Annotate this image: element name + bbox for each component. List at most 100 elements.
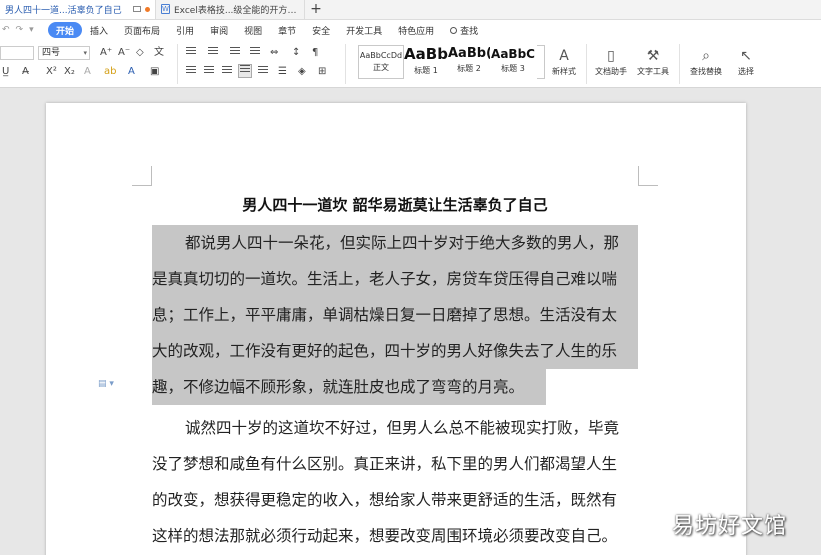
menu-developer[interactable]: 开发工具 <box>338 22 390 38</box>
strikethrough-icon[interactable]: A̶ <box>22 66 29 78</box>
distribute-icon[interactable] <box>258 66 268 78</box>
shading-icon[interactable]: ◈ <box>298 66 306 78</box>
menu-page-layout[interactable]: 页面布局 <box>116 22 168 38</box>
tab-bar: 男人四十一道...活辜负了自己 W Excel表格技...级全能的开方公式 + <box>0 0 821 20</box>
text-assistant-button[interactable]: ▯ 文档助手 <box>593 46 629 77</box>
new-tab-button[interactable]: + <box>307 0 325 19</box>
menu-bar: ↶ ↷ ▾ 开始 插入 页面布局 引用 审阅 视图 章节 安全 开发工具 特色应… <box>0 20 821 40</box>
tab-document-2[interactable]: W Excel表格技...级全能的开方公式 <box>155 0 305 19</box>
new-style-button[interactable]: A 新样式 <box>547 46 581 77</box>
clear-format-icon[interactable]: ◇ <box>136 47 144 59</box>
document-canvas[interactable]: 男人四十一道坎 韶华易逝莫让生活辜负了自己 都说男人四十一朵花，但实际上四十岁对… <box>0 89 821 555</box>
tab-label: Excel表格技...级全能的开方公式 <box>174 5 299 16</box>
style-normal-cell[interactable]: AaBbCcDd 正文 <box>358 45 404 79</box>
wrench-icon: ⚒ <box>646 48 660 64</box>
monitor-icon[interactable] <box>133 6 141 12</box>
chinese-layout-icon[interactable]: ⇔ <box>270 47 278 59</box>
watermark-text: 易坊好文馆 <box>672 514 788 539</box>
decrease-indent-icon[interactable] <box>230 47 240 59</box>
menu-home[interactable]: 开始 <box>48 22 83 38</box>
document-assistant-icon: ▯ <box>607 48 615 64</box>
menu-references[interactable]: 引用 <box>168 22 202 38</box>
style-heading-1[interactable]: AaBb 标题 1 <box>404 45 448 79</box>
dropdown-icon[interactable]: ▾ <box>29 25 34 35</box>
tab-label: 男人四十一道...活辜负了自己 <box>5 5 122 16</box>
text-line-selected[interactable]: 趣，不修边幅不顾形象，就连肚皮也成了弯弯的月亮。 <box>152 369 546 405</box>
tab-document-1[interactable]: 男人四十一道...活辜负了自己 <box>0 0 155 19</box>
show-marks-icon[interactable]: ¶ <box>312 47 318 59</box>
quick-access: ↶ ↷ ▾ <box>0 25 46 35</box>
font-name-select[interactable] <box>0 46 34 60</box>
justify-icon[interactable] <box>238 64 252 78</box>
text-line[interactable]: 这样的想法那就必须行动起来，想要改变周围环境必须要改变自己。 <box>152 518 638 554</box>
style-name: 标题 1 <box>414 66 438 75</box>
menu-insert[interactable]: 插入 <box>82 22 116 38</box>
document-page[interactable]: 男人四十一道坎 韶华易逝莫让生活辜负了自己 都说男人四十一朵花，但实际上四十岁对… <box>46 103 746 555</box>
subscript-icon[interactable]: X₂ <box>64 66 75 78</box>
separator <box>177 44 178 84</box>
menu-search-label: 查找 <box>460 26 479 37</box>
menu-view[interactable]: 视图 <box>236 22 270 38</box>
text-tools-label: 文字工具 <box>637 67 669 76</box>
margin-corner-top-right <box>638 166 658 186</box>
style-gallery-scroll[interactable] <box>537 45 545 79</box>
style-sample: AaBbC <box>491 47 535 61</box>
char-border-icon[interactable]: ▣ <box>150 66 159 78</box>
search-icon <box>450 26 458 34</box>
underline-icon[interactable]: U̲ <box>2 66 9 78</box>
highlight-icon[interactable]: ab <box>104 66 116 78</box>
align-left-icon[interactable] <box>186 66 196 78</box>
font-size-value: 四号 <box>42 48 61 58</box>
shrink-font-icon[interactable]: A⁻ <box>118 47 130 59</box>
text-tools-button[interactable]: ⚒ 文字工具 <box>634 46 672 77</box>
cursor-arrow-icon: ↖ <box>740 48 752 64</box>
text-line[interactable]: 没了梦想和咸鱼有什么区别。真正来讲，私下里的男人们都渴望人生 <box>152 446 638 482</box>
find-replace-button[interactable]: ⌕ 查找替换 <box>687 46 725 77</box>
find-replace-label: 查找替换 <box>690 67 722 76</box>
text-line-selected[interactable]: 是真真切切的一道坎。生活上，老人子女，房贷车贷压得自己难以喘 <box>152 261 638 297</box>
document-title[interactable]: 男人四十一道坎 韶华易逝莫让生活辜负了自己 <box>152 194 638 215</box>
style-name: 正文 <box>373 63 389 72</box>
font-size-select[interactable]: 四号 ▾ <box>38 46 90 60</box>
unsaved-dot-icon <box>145 6 150 12</box>
style-heading-3[interactable]: AaBbC 标题 3 <box>490 45 536 79</box>
menu-sections[interactable]: 章节 <box>270 22 304 38</box>
text-line[interactable]: 的改变，想获得更稳定的收入，想给家人带来更舒适的生活，既然有 <box>152 482 638 518</box>
menu-features[interactable]: 特色应用 <box>390 22 442 38</box>
text-line-selected[interactable]: 大的改观，工作没有更好的起色，四十岁的男人好像失去了人生的乐 <box>152 333 638 369</box>
font-color-icon[interactable]: A <box>128 66 135 78</box>
chevron-down-icon: ▾ <box>83 49 87 57</box>
superscript-icon[interactable]: X² <box>46 66 57 78</box>
bullet-list-icon[interactable] <box>186 47 196 59</box>
style-heading-2[interactable]: AaBb( 标题 2 <box>448 45 490 79</box>
margin-corner-top-left <box>132 166 152 186</box>
align-center-icon[interactable] <box>204 66 214 78</box>
text-assistant-label: 文档助手 <box>595 67 627 76</box>
increase-indent-icon[interactable] <box>250 47 260 59</box>
align-right-icon[interactable] <box>222 66 232 78</box>
text-effect-icon[interactable]: A <box>84 66 91 78</box>
sort-icon[interactable]: ↕ <box>292 47 300 59</box>
numbered-list-icon[interactable] <box>208 47 218 59</box>
text-line[interactable]: 诚然四十岁的这道坎不好过，但男人么总不能被现实打败，毕竟 <box>152 410 638 446</box>
border-icon[interactable]: ⊞ <box>318 66 326 78</box>
line-spacing-icon[interactable]: ☰ <box>278 66 287 78</box>
separator <box>679 44 680 84</box>
menu-search[interactable]: 查找 <box>442 22 486 38</box>
paragraph-handle-icon[interactable]: ▤ ▾ <box>98 379 114 389</box>
redo-icon[interactable]: ↷ <box>16 25 24 35</box>
select-label: 选择 <box>738 67 754 76</box>
select-button[interactable]: ↖ 选择 <box>731 46 761 77</box>
undo-icon[interactable]: ↶ <box>2 25 10 35</box>
menu-review[interactable]: 审阅 <box>202 22 236 38</box>
separator <box>586 44 587 84</box>
style-sample: AaBb <box>404 45 448 63</box>
style-name: 标题 2 <box>457 64 481 73</box>
grow-font-icon[interactable]: A⁺ <box>100 47 112 59</box>
new-style-label: 新样式 <box>552 67 576 76</box>
text-line-selected[interactable]: 都说男人四十一朵花，但实际上四十岁对于绝大多数的男人，那 <box>152 225 638 261</box>
pinyin-icon[interactable]: 文 <box>154 47 164 59</box>
text-line-selected[interactable]: 息；工作上，平平庸庸，单调枯燥日复一日磨掉了思想。生活没有太 <box>152 297 638 333</box>
wps-doc-icon: W <box>161 4 170 14</box>
menu-security[interactable]: 安全 <box>304 22 338 38</box>
